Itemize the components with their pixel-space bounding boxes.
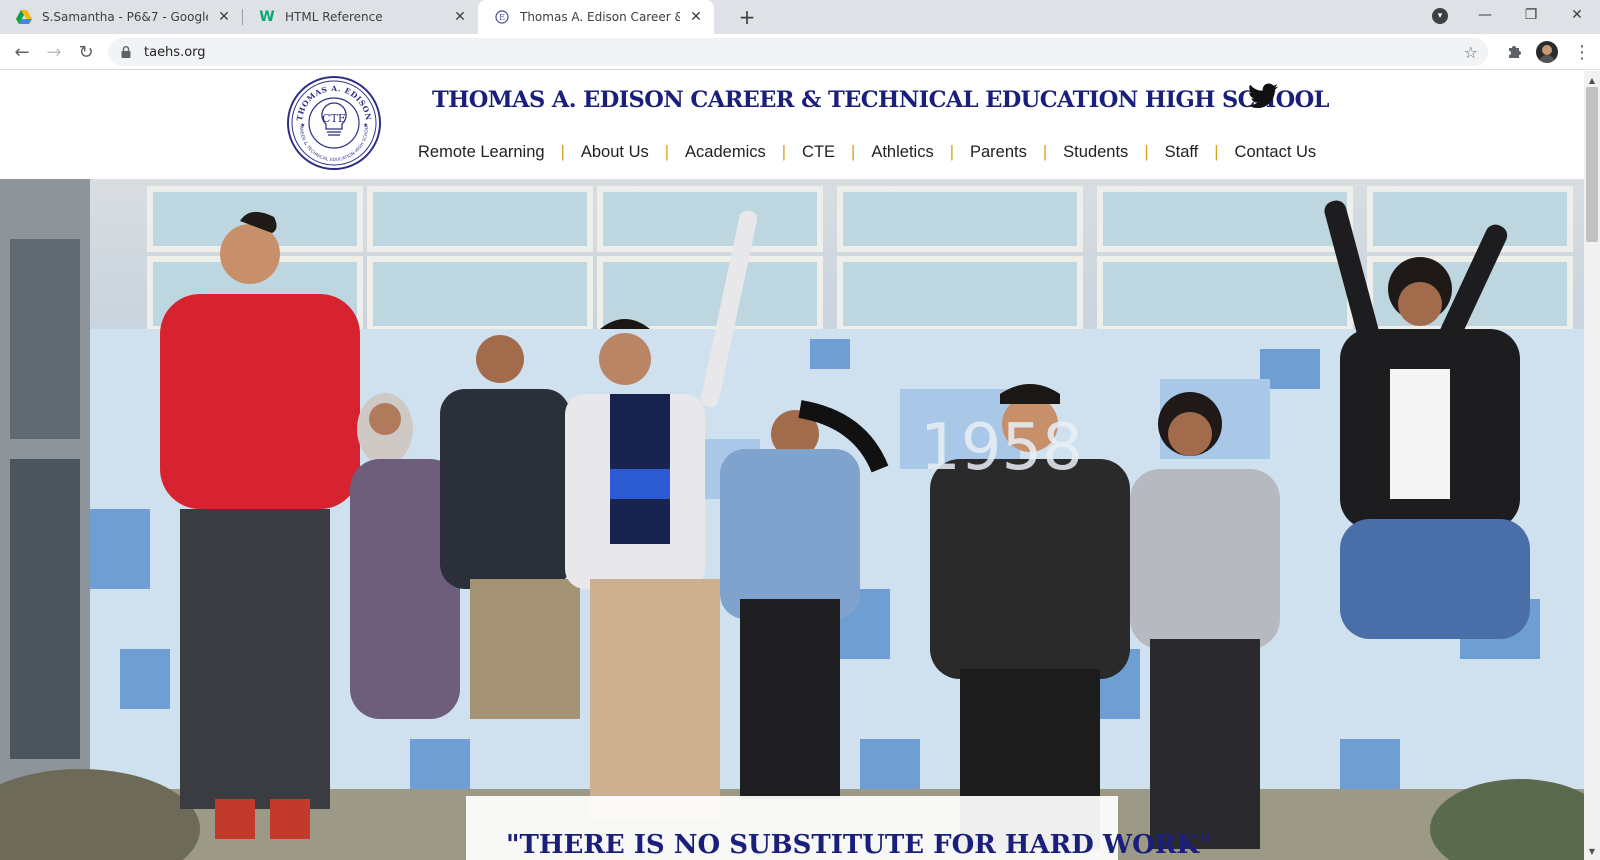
minimize-button[interactable]: —	[1462, 0, 1508, 30]
hero-photo-illustration: 1958	[0, 179, 1584, 860]
nav-separator: |	[781, 143, 787, 161]
browser-toolbar: ← → ↻ taehs.org ☆ ⋮	[0, 34, 1600, 70]
close-tab-icon[interactable]: ✕	[450, 7, 470, 27]
nav-separator: |	[664, 143, 670, 161]
new-tab-button[interactable]: +	[735, 5, 759, 29]
nav-separator: |	[560, 143, 565, 161]
more-menu-icon[interactable]: ⋮	[1573, 42, 1591, 63]
tab-title: Thomas A. Edison Career & Technical Educ…	[520, 10, 680, 24]
browser-tab-html-reference[interactable]: W HTML Reference ✕	[243, 0, 478, 34]
site-header: THOMAS A. EDISON CAREER & TECHNICAL EDUC…	[0, 71, 1584, 179]
nav-athletics[interactable]: Athletics	[863, 143, 941, 162]
profile-avatar[interactable]	[1536, 41, 1558, 63]
page-scrollbar[interactable]: ▲ ▼	[1584, 71, 1600, 860]
nav-separator: |	[1144, 143, 1149, 161]
school-seal-logo[interactable]: THOMAS A. EDISON CAREER & TECHNICAL EDUC…	[284, 71, 382, 171]
google-drive-icon	[16, 9, 32, 25]
restore-button[interactable]: ❐	[1508, 0, 1554, 30]
forward-arrow-icon[interactable]: →	[40, 38, 68, 66]
url-text: taehs.org	[144, 44, 206, 60]
nav-academics[interactable]: Academics	[677, 143, 774, 162]
window-controls: — ❐ ✕	[1462, 0, 1600, 30]
nav-separator: |	[851, 143, 856, 161]
nav-students[interactable]: Students	[1055, 143, 1136, 162]
edison-site-icon: E	[494, 9, 510, 25]
main-navigation: Remote Learning | About Us | Academics |…	[410, 143, 1324, 162]
extensions-puzzle-icon[interactable]	[1504, 42, 1524, 62]
close-window-button[interactable]: ✕	[1554, 0, 1600, 30]
svg-text:★: ★	[363, 122, 368, 129]
w3schools-icon: W	[259, 9, 275, 25]
tab-title: HTML Reference	[285, 10, 383, 24]
hero-quote: "THERE IS NO SUBSTITUTE FOR HARD WORK"	[506, 830, 1213, 860]
nav-parents[interactable]: Parents	[962, 143, 1035, 162]
scrollbar-thumb[interactable]	[1586, 87, 1598, 242]
browser-tab-edison[interactable]: E Thomas A. Edison Career & Technical Ed…	[478, 0, 714, 34]
twitter-icon[interactable]	[1248, 83, 1278, 109]
browser-tab-google-drive[interactable]: S.Samantha - P6&7 - Google Drive ✕	[0, 0, 242, 34]
svg-text:E: E	[499, 13, 505, 22]
nav-separator: |	[949, 143, 954, 161]
nav-separator: |	[1042, 143, 1048, 161]
close-tab-icon[interactable]: ✕	[214, 7, 234, 27]
tab-title: S.Samantha - P6&7 - Google Drive	[42, 10, 208, 24]
back-arrow-icon[interactable]: ←	[8, 38, 36, 66]
svg-text:★: ★	[300, 122, 305, 129]
nav-about-us[interactable]: About Us	[573, 143, 657, 162]
bookmark-star-icon[interactable]: ☆	[1464, 43, 1478, 62]
building-number: 1958	[920, 411, 1083, 485]
hero-photo-students-jumping: 1958 "THERE IS NO SUBSTITUTE FOR HARD WO…	[0, 179, 1584, 860]
seal-monogram: CTE	[322, 112, 346, 125]
address-bar[interactable]: taehs.org ☆	[108, 38, 1488, 66]
tab-search-icon[interactable]: ▾	[1432, 8, 1448, 24]
nav-separator: |	[1214, 143, 1219, 161]
quote-card: "THERE IS NO SUBSTITUTE FOR HARD WORK"	[466, 796, 1212, 860]
nav-contact-us[interactable]: Contact Us	[1227, 143, 1325, 162]
reload-icon[interactable]: ↻	[72, 38, 100, 66]
nav-cte[interactable]: CTE	[794, 143, 843, 162]
lock-icon	[120, 46, 132, 58]
nav-remote-learning[interactable]: Remote Learning	[410, 143, 553, 162]
scroll-up-icon[interactable]: ▲	[1584, 73, 1600, 87]
nav-staff[interactable]: Staff	[1157, 143, 1207, 162]
scroll-down-icon[interactable]: ▼	[1584, 844, 1600, 858]
close-tab-icon[interactable]: ✕	[686, 7, 706, 27]
browser-tab-strip: S.Samantha - P6&7 - Google Drive ✕ W HTM…	[0, 0, 1600, 34]
school-name-heading: THOMAS A. EDISON CAREER & TECHNICAL EDUC…	[432, 87, 1329, 113]
web-page: THOMAS A. EDISON CAREER & TECHNICAL EDUC…	[0, 71, 1584, 860]
